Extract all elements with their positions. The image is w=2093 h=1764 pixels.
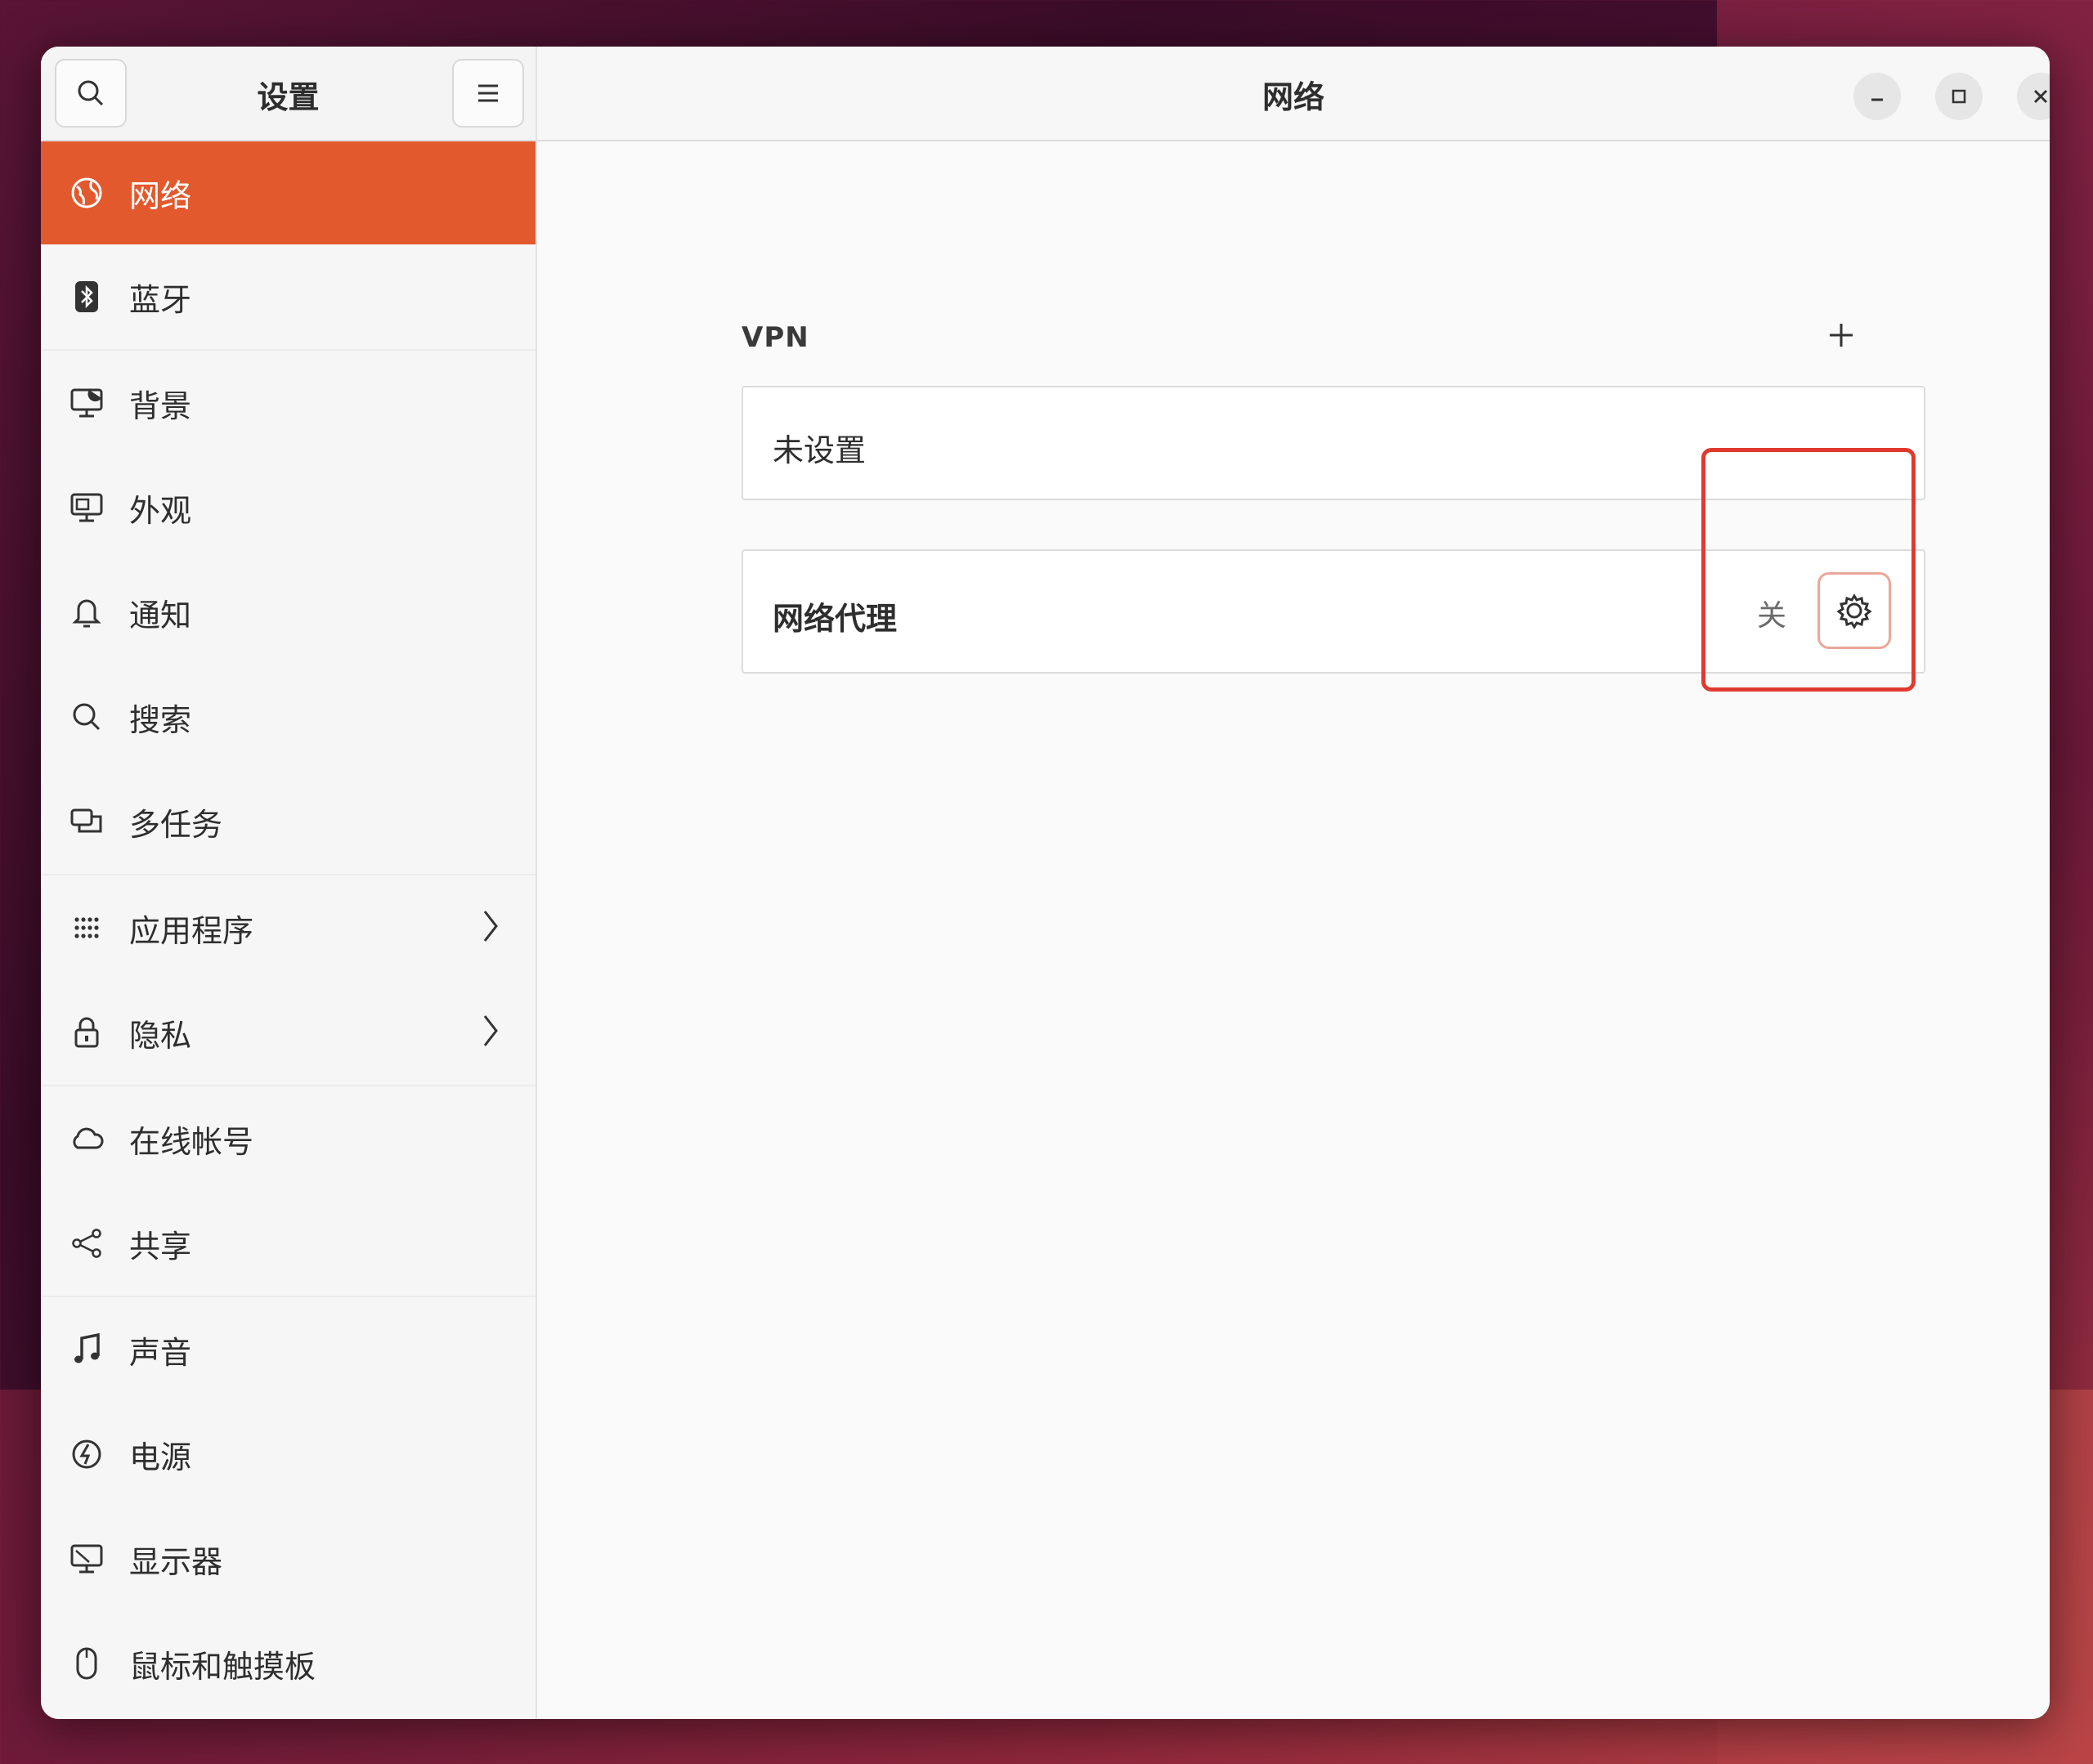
sidebar-item-label: 在线帐号 — [129, 1123, 254, 1160]
sidebar-item-privacy[interactable]: 隐私 — [41, 980, 536, 1085]
sidebar-item-bluetooth[interactable]: 蓝牙 — [41, 244, 536, 349]
add-vpn-button[interactable] — [1821, 315, 1862, 356]
sidebar-item-label: 共享 — [129, 1228, 192, 1265]
minimize-button[interactable] — [1853, 73, 1901, 120]
vpn-empty-text: 未设置 — [773, 432, 867, 468]
menu-button[interactable] — [452, 59, 524, 128]
chevron-right-icon — [482, 1011, 500, 1058]
minimize-icon — [1871, 98, 1883, 101]
main-header: 网络 — [537, 47, 2050, 141]
sidebar-item-notifications[interactable]: 通知 — [41, 560, 536, 665]
cloud-icon — [69, 1121, 105, 1157]
sidebar-item-network[interactable]: 网络 — [41, 141, 536, 244]
sidebar-item-background[interactable]: 背景 — [41, 351, 536, 455]
bell-icon — [69, 594, 105, 630]
proxy-label: 网络代理 — [773, 601, 898, 637]
lock-icon — [69, 1014, 105, 1050]
sidebar-item-label: 通知 — [129, 597, 192, 634]
sidebar-item-sharing[interactable]: 共享 — [41, 1191, 536, 1296]
sidebar-item-online-accounts[interactable]: 在线帐号 — [41, 1086, 536, 1191]
sidebar-header: 设置 — [41, 47, 536, 141]
sidebar-item-sound[interactable]: 声音 — [41, 1297, 536, 1402]
search-icon — [69, 699, 105, 735]
sidebar-item-mouse-touchpad[interactable]: 鼠标和触摸板 — [41, 1611, 536, 1716]
sidebar-item-label: 搜索 — [129, 701, 192, 738]
display-background-icon — [69, 385, 105, 421]
sidebar-item-label: 外观 — [129, 492, 192, 529]
sidebar-item-multitasking[interactable]: 多任务 — [41, 769, 536, 874]
plus-icon — [1830, 324, 1853, 347]
hamburger-icon — [478, 84, 498, 102]
sidebar-item-label: 鼠标和触摸板 — [129, 1648, 316, 1685]
sidebar-item-label: 隐私 — [129, 1017, 192, 1054]
globe-icon — [69, 175, 105, 211]
appearance-icon — [69, 490, 105, 526]
sidebar-item-label: 多任务 — [129, 806, 223, 843]
sidebar: 设置 网络 蓝牙 背景 外观 通知 搜索 多任务 应用程序 隐私 在线帐号 共享… — [41, 47, 537, 1719]
sidebar-item-label: 电源 — [129, 1439, 192, 1475]
maximize-icon — [1952, 89, 1966, 104]
settings-window: 设置 网络 蓝牙 背景 外观 通知 搜索 多任务 应用程序 隐私 在线帐号 共享… — [41, 47, 2050, 1719]
page-title: 网络 — [1262, 78, 1324, 115]
sidebar-item-label: 声音 — [129, 1334, 192, 1371]
monitor-icon — [69, 1541, 105, 1577]
bluetooth-icon — [69, 279, 105, 315]
share-icon — [69, 1225, 105, 1261]
sidebar-item-label: 背景 — [129, 387, 192, 424]
apps-grid-icon — [69, 910, 105, 946]
mouse-icon — [69, 1645, 105, 1681]
sidebar-item-label: 应用程序 — [129, 912, 254, 949]
sidebar-item-apps[interactable]: 应用程序 — [41, 875, 536, 980]
sidebar-item-power[interactable]: 电源 — [41, 1402, 536, 1507]
search-button[interactable] — [55, 59, 127, 128]
sidebar-item-displays[interactable]: 显示器 — [41, 1507, 536, 1611]
vpn-section-label: VPN — [742, 321, 809, 354]
sidebar-item-search[interactable]: 搜索 — [41, 665, 536, 769]
sidebar-item-label: 蓝牙 — [129, 281, 192, 318]
close-icon — [2033, 89, 2048, 104]
multitasking-icon — [69, 804, 105, 839]
network-content: VPN 未设置 网络代理 关 — [537, 143, 2050, 1719]
sidebar-item-appearance[interactable]: 外观 — [41, 455, 536, 560]
sidebar-item-label: 显示器 — [129, 1543, 223, 1580]
music-note-icon — [69, 1332, 105, 1368]
search-icon — [78, 80, 104, 106]
chevron-right-icon — [482, 907, 500, 953]
maximize-button[interactable] — [1935, 73, 1983, 120]
power-icon — [69, 1436, 105, 1472]
highlight-box — [1701, 448, 1916, 692]
sidebar-item-label: 网络 — [129, 177, 192, 214]
